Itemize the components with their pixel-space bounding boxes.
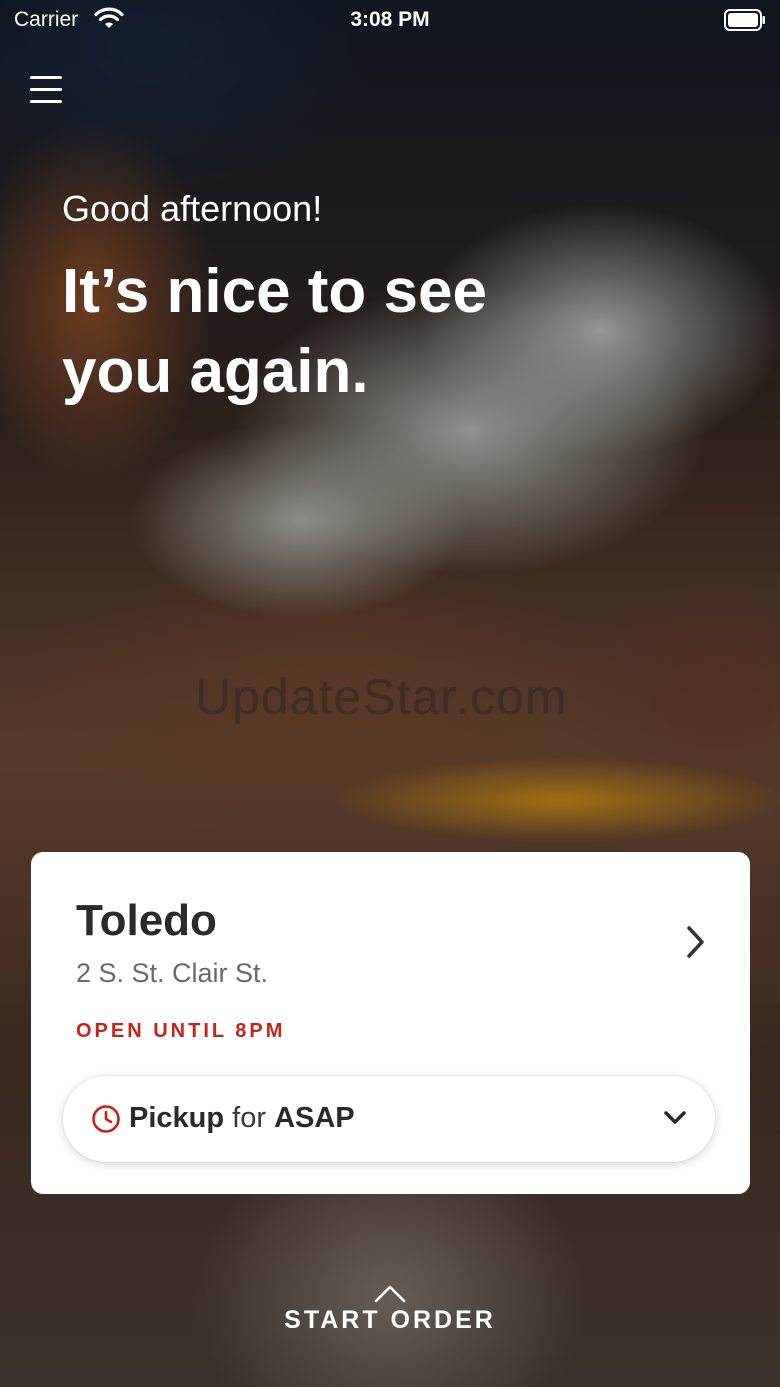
watermark: UpdateStar.com	[195, 669, 568, 725]
pickup-label: Pickup for ASAP	[129, 1102, 355, 1135]
status-bar: Carrier 3:08 PM	[0, 0, 780, 40]
chevron-up-icon	[0, 1284, 780, 1304]
store-name: Toledo	[76, 896, 217, 945]
clock-time: 3:08 PM	[350, 8, 430, 31]
menu-icon[interactable]	[28, 72, 64, 106]
pickup-connector: for	[232, 1102, 266, 1134]
clock-icon	[91, 1104, 121, 1139]
battery-icon	[724, 9, 766, 36]
pickup-time-selector[interactable]: Pickup for ASAP	[63, 1076, 715, 1162]
chevron-down-icon	[663, 1108, 687, 1133]
pickup-mode: Pickup	[129, 1102, 225, 1134]
start-order-label: START ORDER	[284, 1306, 496, 1334]
store-card: Toledo 2 S. St. Clair St. OPEN UNTIL 8PM…	[31, 852, 750, 1194]
welcome-headline: It’s nice to see you again.	[62, 257, 487, 406]
store-address: 2 S. St. Clair St.	[76, 958, 269, 988]
greeting-text: Good afternoon!	[62, 188, 323, 229]
chevron-right-icon[interactable]	[680, 922, 710, 962]
start-order-button[interactable]: START ORDER	[0, 1284, 780, 1335]
pickup-time: ASAP	[274, 1102, 355, 1134]
store-hours: OPEN UNTIL 8PM	[76, 1020, 286, 1042]
